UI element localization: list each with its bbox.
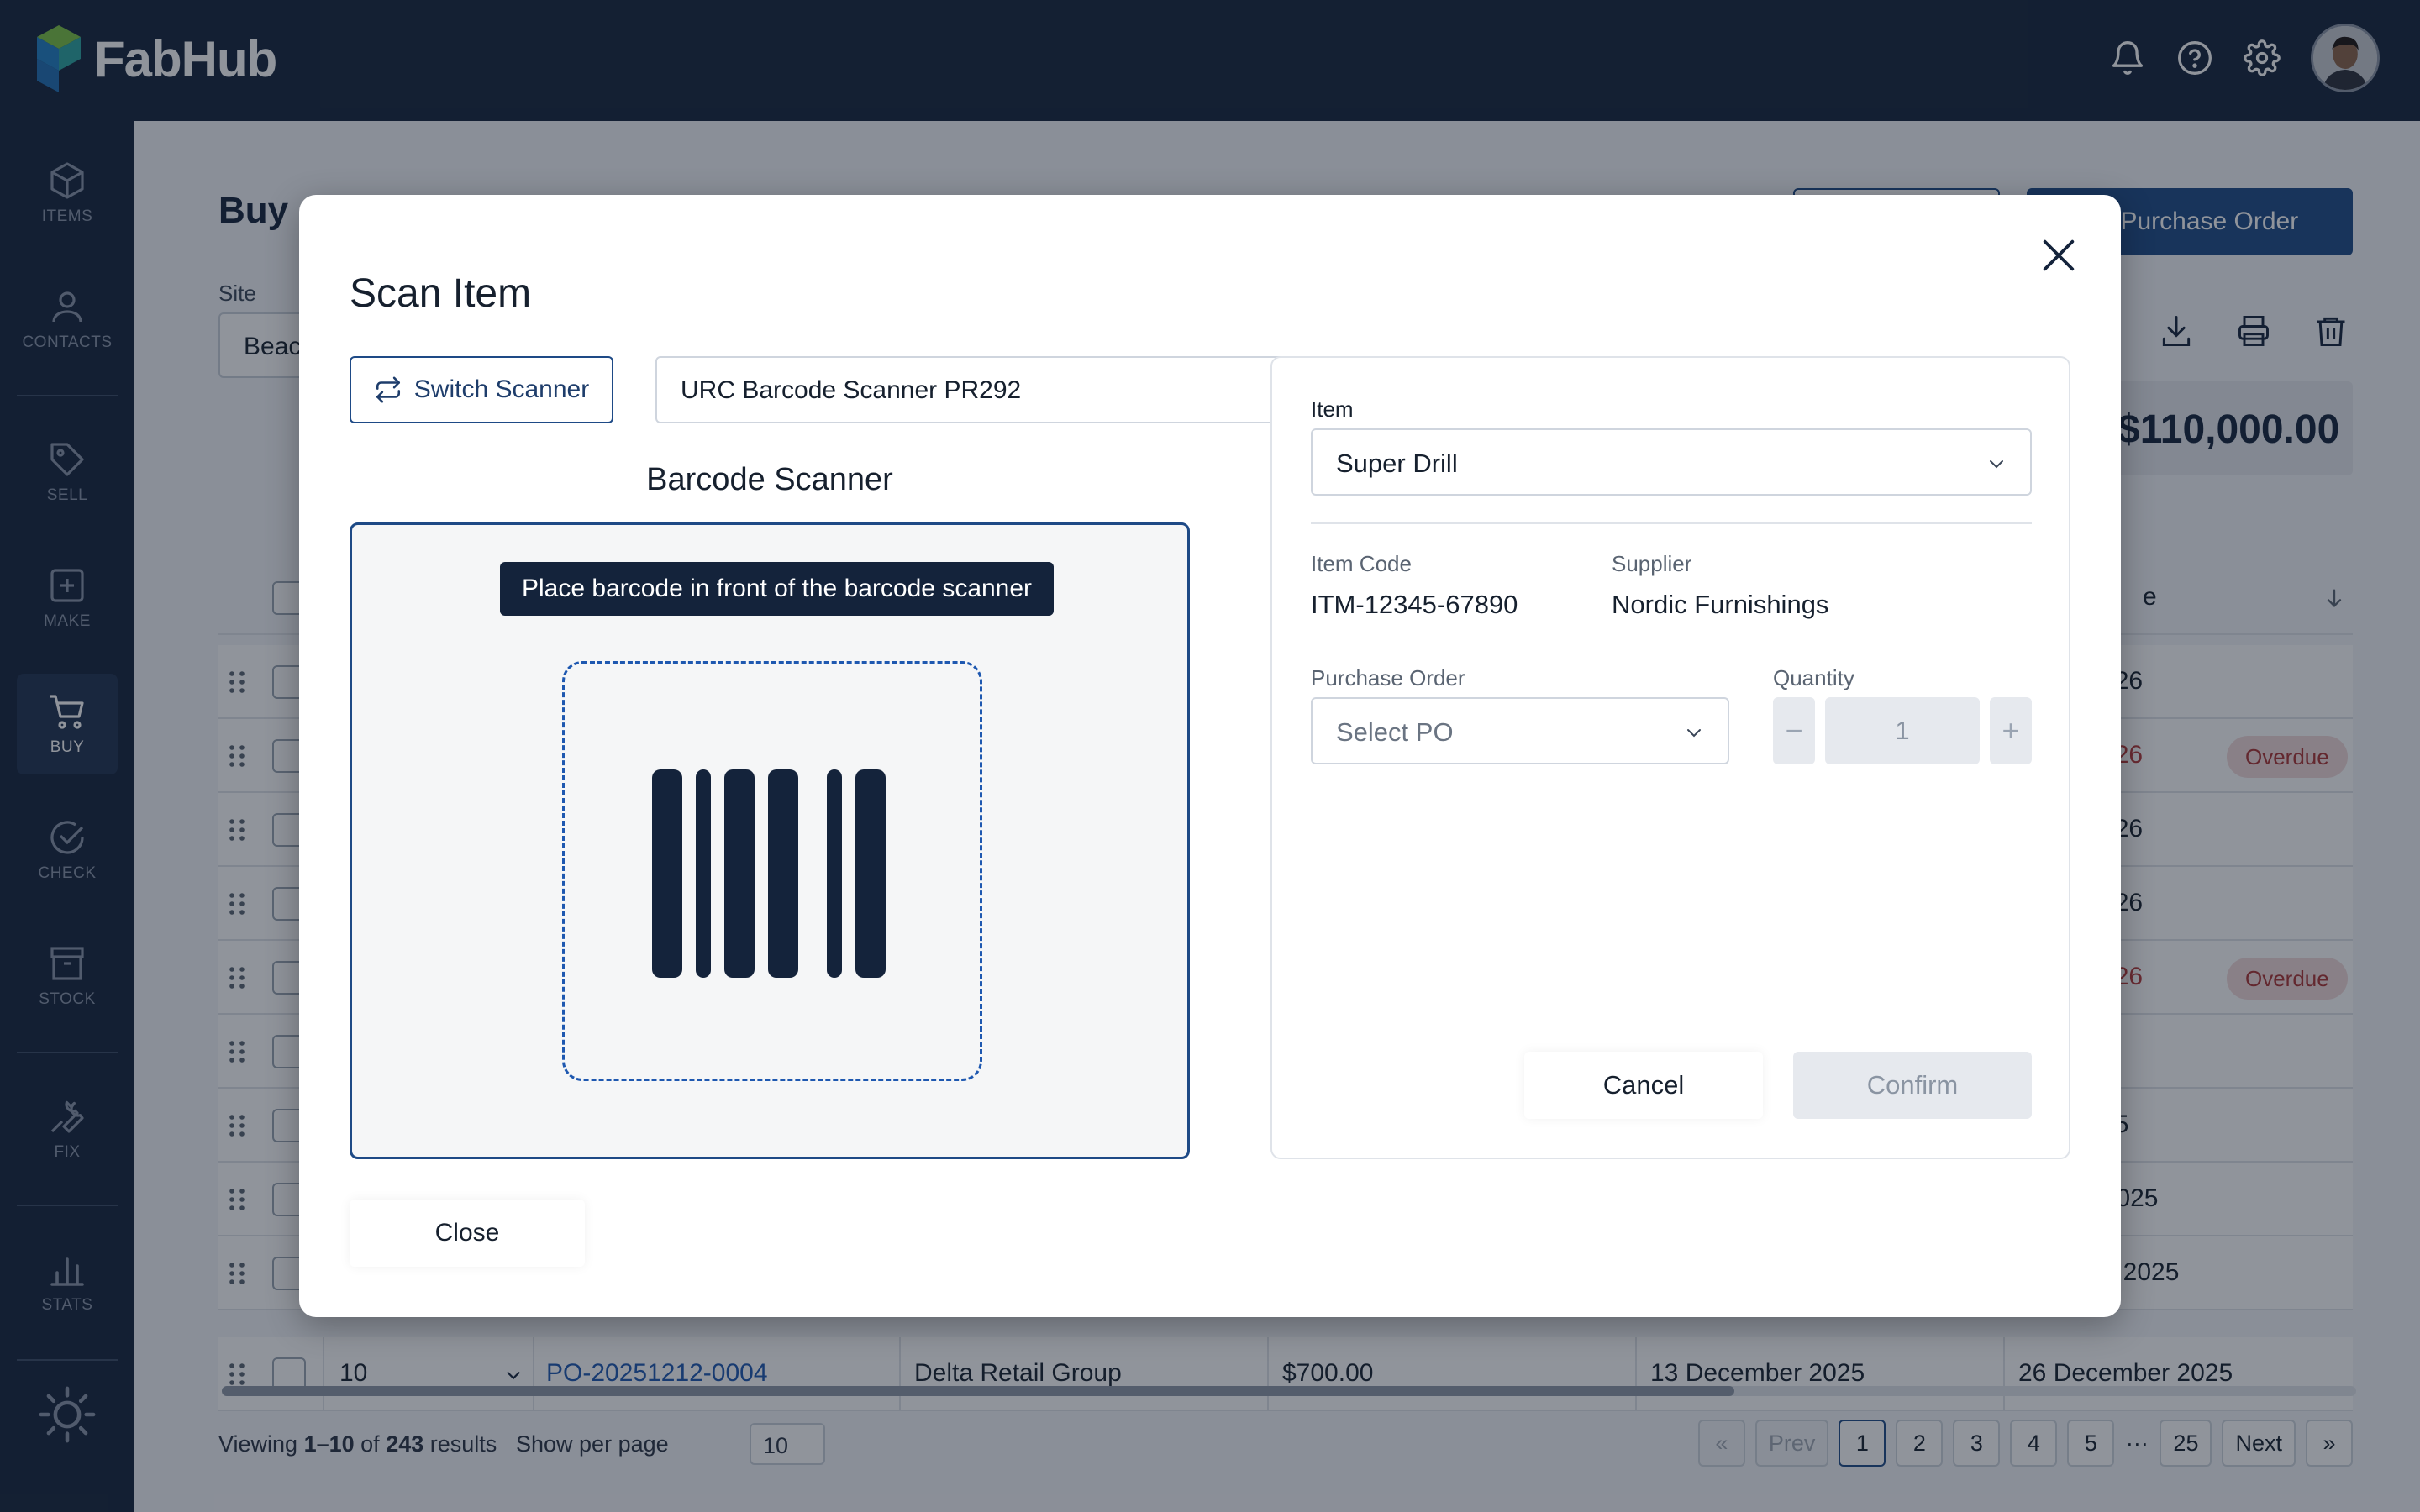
cancel-button[interactable]: Cancel (1524, 1052, 1763, 1119)
quantity-input[interactable]: 1 (1825, 697, 1980, 764)
purchase-order-select[interactable]: Select PO (1311, 697, 1729, 764)
swap-icon (376, 376, 400, 403)
supplier-label: Supplier (1612, 551, 1692, 576)
item-select-value: Super Drill (1336, 449, 1458, 478)
purchase-order-label: Purchase Order (1311, 665, 1465, 690)
item-label: Item (1311, 396, 1354, 422)
close-button[interactable]: Close (350, 1200, 585, 1267)
switch-scanner-label: Switch Scanner (413, 375, 590, 403)
item-code-value: ITM-12345-67890 (1311, 590, 1518, 619)
divider (1311, 522, 2032, 524)
scanner-title: Barcode Scanner (646, 462, 893, 497)
barcode-icon (768, 769, 798, 978)
modal-title: Scan Item (350, 271, 532, 316)
quantity-decrement-button[interactable]: − (1773, 697, 1815, 764)
item-details-panel: Item Super Drill Item Code ITM-12345-678… (1270, 356, 2070, 1159)
scan-target-frame (562, 661, 982, 1081)
chevron-down-icon (1990, 460, 2003, 469)
scanner-select-value: URC Barcode Scanner PR292 (681, 376, 1022, 404)
purchase-order-placeholder: Select PO (1336, 717, 1454, 747)
barcode-icon (696, 769, 711, 978)
item-select[interactable]: Super Drill (1311, 428, 2032, 496)
scan-instruction: Place barcode in front of the barcode sc… (500, 562, 1055, 616)
chevron-down-icon (1687, 729, 1701, 738)
barcode-icon (855, 769, 886, 978)
quantity-label: Quantity (1773, 665, 1854, 690)
barcode-scan-area: Place barcode in front of the barcode sc… (350, 522, 1190, 1159)
confirm-button[interactable]: Confirm (1793, 1052, 2032, 1119)
item-code-label: Item Code (1311, 551, 1412, 576)
scan-item-modal: Scan Item Switch Scanner URC Barcode Sca… (299, 195, 2121, 1317)
barcode-icon (724, 769, 755, 978)
supplier-value: Nordic Furnishings (1612, 590, 1829, 619)
barcode-icon (652, 769, 682, 978)
barcode-icon (827, 769, 842, 978)
close-icon[interactable] (2035, 232, 2082, 279)
switch-scanner-button[interactable]: Switch Scanner (350, 356, 613, 423)
quantity-increment-button[interactable]: + (1990, 697, 2032, 764)
